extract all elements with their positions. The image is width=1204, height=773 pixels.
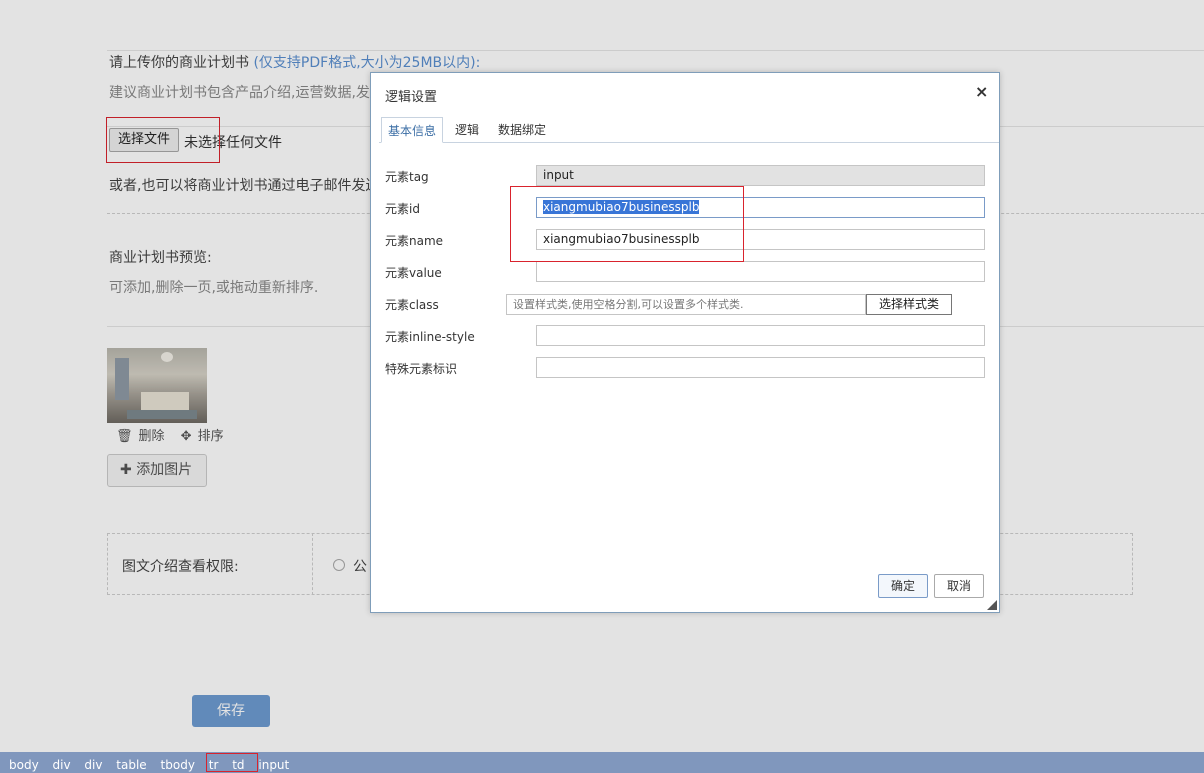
breadcrumb-item[interactable]: div xyxy=(84,758,102,772)
confirm-button[interactable]: 确定 xyxy=(878,574,928,598)
resize-handle-icon[interactable] xyxy=(987,600,997,610)
close-icon[interactable]: × xyxy=(975,82,988,101)
logic-settings-dialog: 逻辑设置 × 基本信息 逻辑 数据绑定 元素tag input 元素id xia… xyxy=(370,72,1000,613)
tab-logic[interactable]: 逻辑 xyxy=(449,117,485,143)
inline-style-label: 元素inline-style xyxy=(385,330,475,344)
breadcrumb-item[interactable]: body xyxy=(9,758,39,772)
highlight-box xyxy=(510,186,744,262)
inline-style-field[interactable] xyxy=(536,325,985,346)
class-label: 元素class xyxy=(385,298,439,312)
class-field[interactable]: 设置样式类,使用空格分割,可以设置多个样式类. xyxy=(506,294,866,315)
breadcrumb-item[interactable]: input xyxy=(258,758,289,772)
value-field[interactable] xyxy=(536,261,985,282)
tab-data-binding[interactable]: 数据绑定 xyxy=(492,117,552,143)
value-label: 元素value xyxy=(385,266,442,280)
tag-field: input xyxy=(536,165,985,186)
breadcrumb-item[interactable]: tbody xyxy=(161,758,195,772)
tab-basic-info[interactable]: 基本信息 xyxy=(381,117,444,143)
choose-class-button[interactable]: 选择样式类 xyxy=(866,294,952,315)
highlight-box xyxy=(206,753,258,772)
name-label: 元素name xyxy=(385,234,444,248)
page: 请上传你的商业计划书 (仅支持PDF格式,大小为25MB以内): 建议商业计划书… xyxy=(0,0,1204,773)
special-flag-field[interactable] xyxy=(536,357,985,378)
tag-label: 元素tag xyxy=(385,170,429,184)
id-label: 元素id xyxy=(385,202,420,216)
cancel-button[interactable]: 取消 xyxy=(934,574,984,598)
dialog-title: 逻辑设置 xyxy=(385,90,438,105)
breadcrumb-item[interactable]: div xyxy=(53,758,71,772)
breadcrumb-item[interactable]: table xyxy=(116,758,146,772)
special-flag-label: 特殊元素标识 xyxy=(385,362,458,376)
